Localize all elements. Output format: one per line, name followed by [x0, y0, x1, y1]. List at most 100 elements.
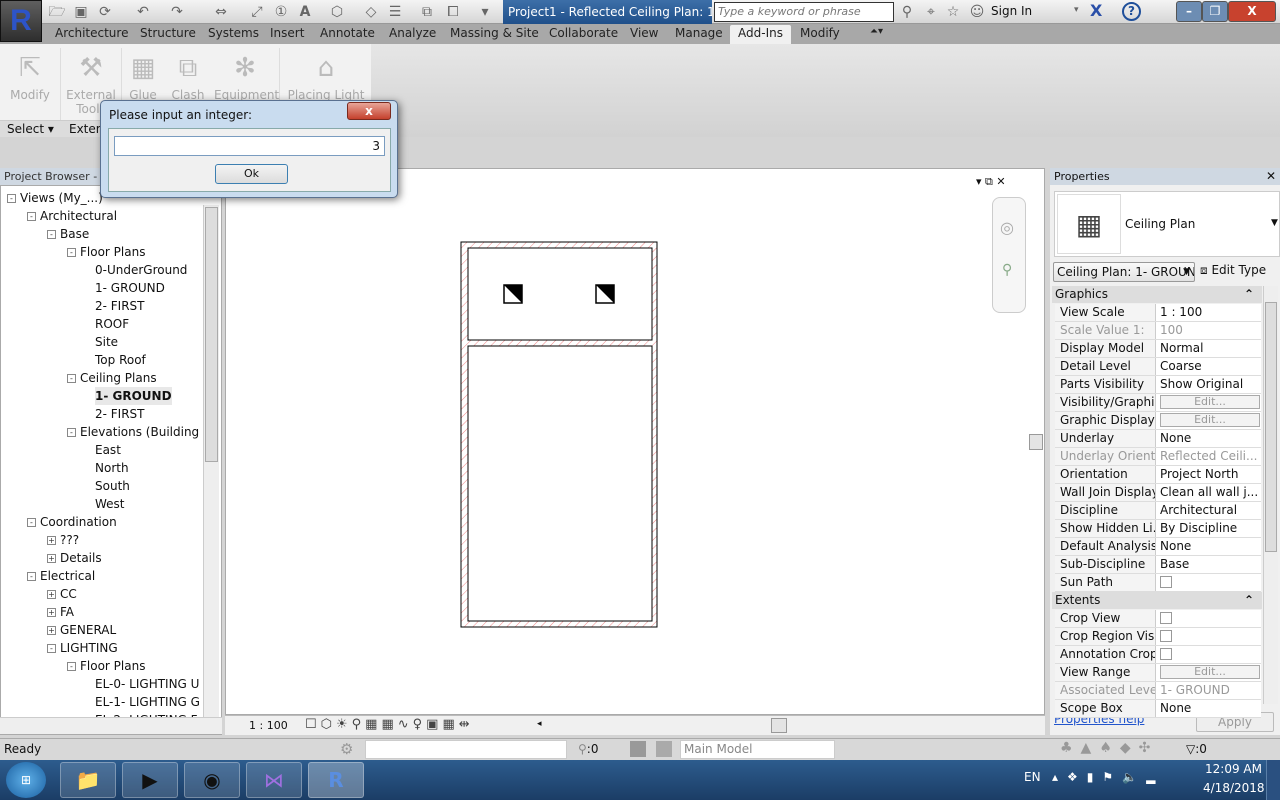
3d-view-icon[interactable]: ⬡: [328, 3, 346, 21]
dimension-icon[interactable]: ⤢: [248, 3, 266, 21]
expand-icon[interactable]: +: [47, 590, 56, 599]
design-options-icon[interactable]: [630, 741, 646, 757]
exchange-icon[interactable]: X: [1090, 1, 1102, 20]
browser-item[interactable]: - Floor Plans: [67, 657, 145, 675]
property-value[interactable]: Normal: [1158, 340, 1261, 357]
collapse-icon[interactable]: -: [47, 644, 56, 653]
browser-item[interactable]: - Ceiling Plans: [67, 369, 157, 387]
property-value[interactable]: None: [1158, 700, 1261, 717]
tab-analyze[interactable]: Analyze: [389, 26, 436, 40]
browser-horizontal-scrollbar[interactable]: [0, 717, 222, 734]
browser-item[interactable]: - Base: [47, 225, 89, 243]
browser-item[interactable]: EL-1- LIGHTING G: [95, 693, 200, 711]
property-checkbox[interactable]: [1160, 612, 1172, 624]
minimize-ribbon-icon[interactable]: ⏶▾: [870, 26, 883, 37]
modify-button[interactable]: ⇱ Modify: [6, 48, 54, 102]
zoom-icon[interactable]: ⚲: [1002, 262, 1012, 278]
filter-count[interactable]: ▽:0: [1186, 742, 1207, 756]
tab-view[interactable]: View: [630, 26, 658, 40]
property-value[interactable]: Project North: [1158, 466, 1261, 483]
browser-item[interactable]: + Details: [47, 549, 102, 567]
worksets-icon[interactable]: ⚙: [340, 740, 353, 758]
browser-item[interactable]: + CC: [47, 585, 77, 603]
star-icon[interactable]: ☆: [944, 3, 962, 21]
view-control-icons[interactable]: ☐⬡☀⚲▦▦∿♀▣▦⇹: [305, 717, 474, 732]
sync-icon[interactable]: ⟳: [96, 3, 114, 21]
tag-icon[interactable]: ①: [272, 3, 290, 21]
browser-item[interactable]: + FA: [47, 603, 74, 621]
taskbar-chrome[interactable]: ◉: [184, 762, 240, 798]
collapse-icon[interactable]: ⌃: [1244, 592, 1254, 609]
edit-button[interactable]: Edit...: [1160, 395, 1260, 409]
switch-windows-icon[interactable]: ⧠: [444, 3, 462, 21]
help-icon[interactable]: ?: [1122, 2, 1141, 21]
property-checkbox[interactable]: [1160, 648, 1172, 660]
browser-item[interactable]: West: [95, 495, 125, 513]
tab-add-ins[interactable]: Add-Ins: [730, 25, 791, 44]
tab-manage[interactable]: Manage: [675, 26, 723, 40]
close-icon[interactable]: ✕: [1266, 169, 1276, 183]
property-value[interactable]: By Discipline: [1158, 520, 1261, 537]
taskbar-media[interactable]: ▶: [122, 762, 178, 798]
property-value[interactable]: Base: [1158, 556, 1261, 573]
glue-button[interactable]: ▦ Glue: [125, 48, 161, 102]
tab-collaborate[interactable]: Collaborate: [549, 26, 618, 40]
search-input[interactable]: Type a keyword or phrase: [714, 2, 894, 22]
language-indicator[interactable]: EN: [1024, 770, 1041, 784]
design-option-dropdown[interactable]: Main Model: [680, 740, 835, 759]
collapse-icon[interactable]: -: [27, 572, 36, 581]
thin-lines-icon[interactable]: ☰: [386, 3, 404, 21]
browser-item[interactable]: - Elevations (Building E: [67, 423, 211, 441]
tab-structure[interactable]: Structure: [140, 26, 196, 40]
measure-icon[interactable]: ⇔: [212, 3, 230, 21]
close-window-button[interactable]: X: [1228, 1, 1276, 22]
customize-qat-icon[interactable]: ▾: [476, 3, 494, 21]
property-section-header[interactable]: Extents ⌃: [1052, 592, 1262, 609]
restore-button[interactable]: ❐: [1202, 1, 1228, 22]
tab-insert[interactable]: Insert: [270, 26, 304, 40]
select-panel-dropdown[interactable]: Select ▾: [7, 122, 54, 136]
exclude-options-icon[interactable]: [656, 741, 672, 757]
tab-massing-site[interactable]: Massing & Site: [450, 26, 539, 40]
equipment-button[interactable]: ✻ Equipment: [214, 48, 279, 102]
show-desktop-button[interactable]: [1266, 760, 1280, 800]
collapse-icon[interactable]: -: [7, 194, 16, 203]
collapse-icon[interactable]: -: [67, 662, 76, 671]
ok-button[interactable]: Ok: [215, 164, 288, 184]
property-value[interactable]: 1 : 100: [1158, 304, 1261, 321]
placing-light-button[interactable]: ⌂ Placing Light: [286, 48, 366, 102]
steering-wheel-icon[interactable]: ◎: [1000, 218, 1014, 237]
redo-icon[interactable]: ↷: [168, 3, 186, 21]
user-icon[interactable]: ☺: [968, 3, 986, 21]
clash-button[interactable]: ⧉ Clash: [168, 48, 208, 102]
canvas-scroll-thumb[interactable]: [1029, 434, 1043, 450]
browser-item[interactable]: - LIGHTING: [47, 639, 118, 657]
property-value[interactable]: Clean all wall j...: [1158, 484, 1261, 501]
property-value[interactable]: None: [1158, 538, 1261, 555]
property-checkbox[interactable]: [1160, 576, 1172, 588]
collapse-icon[interactable]: ⌃: [1244, 286, 1254, 303]
save-icon[interactable]: ▣: [72, 3, 90, 21]
collapse-icon[interactable]: -: [27, 212, 36, 221]
expand-icon[interactable]: +: [47, 608, 56, 617]
browser-item[interactable]: + GENERAL: [47, 621, 116, 639]
integer-input[interactable]: 3: [114, 136, 385, 156]
expand-icon[interactable]: +: [47, 626, 56, 635]
property-value[interactable]: Show Original: [1158, 376, 1261, 393]
start-button[interactable]: ⊞: [6, 762, 46, 798]
browser-item[interactable]: - Architectural: [27, 207, 117, 225]
tab-architecture[interactable]: Architecture: [55, 26, 128, 40]
horizontal-scroll-thumb[interactable]: [771, 718, 787, 733]
browser-item[interactable]: +???: [47, 531, 79, 549]
properties-scroll-thumb[interactable]: [1265, 302, 1277, 552]
editing-requests[interactable]: ⚲:0: [578, 742, 598, 756]
taskbar-visual-studio[interactable]: ⋈: [246, 762, 302, 798]
property-value[interactable]: Architectural: [1158, 502, 1261, 519]
view-scale[interactable]: 1 : 100: [249, 719, 288, 732]
open-icon[interactable]: 🗁: [48, 3, 66, 21]
collapse-icon[interactable]: -: [67, 374, 76, 383]
taskbar-explorer[interactable]: 📁: [60, 762, 116, 798]
browser-item[interactable]: EL-0- LIGHTING U: [95, 675, 199, 693]
workset-dropdown[interactable]: [365, 740, 567, 759]
clock-date[interactable]: 4/18/2018: [1203, 781, 1265, 795]
